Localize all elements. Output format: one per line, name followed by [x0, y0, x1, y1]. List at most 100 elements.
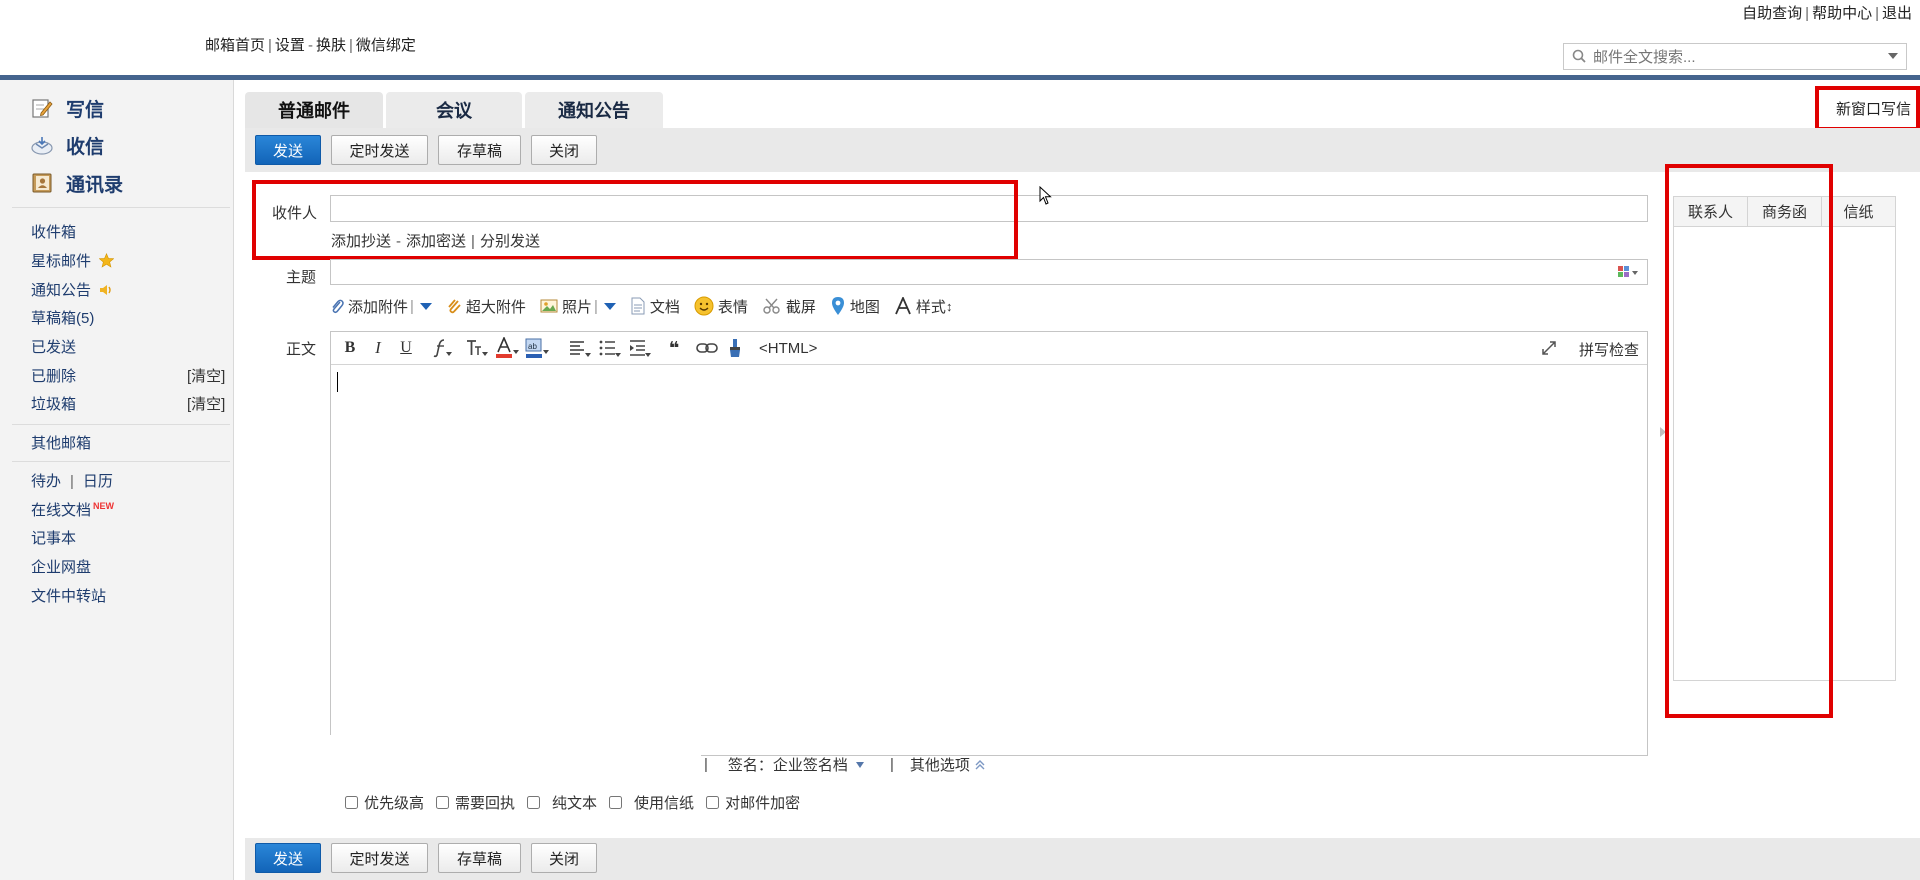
settings-link[interactable]: 设置	[275, 37, 305, 54]
font-family-button[interactable]	[432, 334, 454, 362]
contacts-button[interactable]: 通讯录	[30, 168, 123, 198]
other-options-button[interactable]: 其他选项	[910, 754, 970, 775]
spell-check-button[interactable]: 拼写检查	[1579, 339, 1639, 360]
style-button[interactable]: 样式 ↕	[894, 296, 952, 317]
italic-button[interactable]: I	[367, 334, 389, 362]
mail-search-box[interactable]	[1563, 43, 1907, 70]
folder-spam[interactable]: 垃圾箱	[31, 393, 76, 414]
priority-checkbox[interactable]	[345, 795, 358, 809]
clear-spam-button[interactable]: [清空]	[187, 393, 225, 414]
emoji-button[interactable]: 表情	[694, 296, 748, 317]
online-docs-link[interactable]: 在线文档 NEW	[31, 499, 114, 520]
signature-select[interactable]: 企业签名档	[773, 754, 848, 775]
editor-body[interactable]	[331, 366, 1647, 756]
smiley-icon	[694, 296, 714, 316]
body-label: 正文	[286, 341, 317, 358]
double-chevron-up-icon[interactable]	[974, 759, 986, 771]
tools-row: 待办 | 日历	[31, 470, 113, 491]
encrypt-checkbox[interactable]	[706, 795, 720, 809]
link-button[interactable]	[696, 334, 718, 362]
sidebar-divider	[12, 207, 230, 208]
document-button[interactable]: 文档	[630, 296, 680, 317]
schedule-send-button[interactable]: 定时发送	[331, 135, 428, 165]
subject-input[interactable]	[330, 259, 1648, 285]
save-draft-button-bottom[interactable]: 存草稿	[438, 843, 521, 873]
document-icon	[631, 297, 645, 315]
wechat-bind-link[interactable]: 微信绑定	[356, 37, 416, 54]
quote-button[interactable]: ❝	[663, 334, 685, 362]
underline-button[interactable]: U	[395, 334, 417, 362]
highlight-color-button[interactable]: ab	[525, 334, 549, 362]
todo-link[interactable]: 待办	[31, 473, 61, 490]
clear-deleted-button[interactable]: [清空]	[187, 365, 225, 386]
large-attachment-button[interactable]: 超大附件	[446, 296, 526, 317]
signature-label: 签名：	[727, 757, 773, 774]
font-color-button[interactable]	[495, 334, 519, 362]
html-mode-button[interactable]: <HTML>	[759, 334, 817, 362]
tab-notice[interactable]: 通知公告	[525, 92, 663, 128]
send-button[interactable]: 发送	[255, 135, 321, 165]
receipt-checkbox[interactable]	[436, 795, 450, 809]
plain-text-option[interactable]: 纯文本	[527, 792, 597, 813]
search-icon	[1572, 49, 1586, 63]
rich-text-editor: B I U ab ❝ <HTML> 拼写检查	[330, 331, 1648, 756]
photo-dropdown-icon[interactable]	[603, 302, 616, 310]
font-size-button[interactable]	[465, 334, 489, 362]
schedule-send-button-bottom[interactable]: 定时发送	[331, 843, 428, 873]
skin-link[interactable]: 换肤	[316, 37, 346, 54]
search-input[interactable]	[1591, 47, 1881, 67]
help-center-link[interactable]: 帮助中心	[1812, 5, 1872, 22]
folder-notices[interactable]: 通知公告	[31, 279, 113, 300]
tab-normal-mail[interactable]: 普通邮件	[245, 92, 383, 128]
signature-dropdown-icon[interactable]	[855, 761, 864, 768]
photo-button[interactable]: 照片 |	[540, 296, 616, 317]
fullscreen-expand-icon[interactable]	[1541, 340, 1557, 356]
background-color-icon: ab	[525, 338, 549, 358]
folder-drafts[interactable]: 草稿箱(5)	[31, 307, 94, 328]
receipt-option[interactable]: 需要回执	[436, 792, 515, 813]
signature-row: | 签名： 企业签名档 | 其他选项	[704, 754, 986, 775]
send-button-bottom[interactable]: 发送	[255, 843, 321, 873]
plain-text-checkbox[interactable]	[527, 795, 541, 809]
indent-button[interactable]	[628, 334, 652, 362]
tab-meeting[interactable]: 会议	[386, 92, 522, 128]
add-attachment-button[interactable]: 添加附件 |	[330, 296, 432, 317]
folder-inbox[interactable]: 收件箱	[31, 221, 76, 242]
new-badge: NEW	[93, 501, 115, 511]
attachment-dropdown-icon[interactable]	[419, 302, 432, 310]
header-divider	[0, 75, 1920, 80]
file-transfer-link[interactable]: 文件中转站	[31, 585, 106, 606]
netdisk-link[interactable]: 企业网盘	[31, 556, 91, 577]
large-attachment-icon	[448, 299, 461, 314]
clear-format-button[interactable]	[724, 334, 746, 362]
other-mailbox-link[interactable]: 其他邮箱	[31, 432, 91, 453]
mailbox-home-link[interactable]: 邮箱首页	[205, 37, 265, 54]
logout-link[interactable]: 退出	[1882, 5, 1912, 22]
stationery-checkbox[interactable]	[609, 795, 623, 809]
folder-sent[interactable]: 已发送	[31, 336, 76, 357]
stationery-option[interactable]: 使用信纸	[609, 792, 694, 813]
priority-option[interactable]: 优先级高	[345, 792, 424, 813]
close-button-bottom[interactable]: 关闭	[531, 843, 597, 873]
notes-link[interactable]: 记事本	[31, 527, 76, 548]
brush-icon	[730, 339, 740, 357]
bullet-list-button[interactable]	[598, 334, 622, 362]
compose-button[interactable]: 写信	[30, 93, 104, 123]
subject-stationery-icon[interactable]	[1617, 264, 1639, 280]
folder-deleted[interactable]: 已删除	[31, 365, 76, 386]
separator: -	[307, 37, 313, 54]
bold-button[interactable]: B	[339, 334, 361, 362]
self-query-link[interactable]: 自助查询	[1742, 5, 1802, 22]
align-button[interactable]	[568, 334, 592, 362]
folder-starred[interactable]: 星标邮件	[31, 250, 115, 271]
encrypt-option[interactable]: 对邮件加密	[706, 792, 800, 813]
map-button[interactable]: 地图	[830, 296, 880, 317]
calendar-link[interactable]: 日历	[83, 473, 113, 490]
attachment-toolbar: 添加附件 | 超大附件 照片 | 文档 表情 截屏 地图 样式 ↕	[330, 295, 966, 317]
receive-mail-button[interactable]: 收信	[30, 130, 104, 160]
separator: |	[348, 37, 353, 54]
close-button[interactable]: 关闭	[531, 135, 597, 165]
save-draft-button[interactable]: 存草稿	[438, 135, 521, 165]
screenshot-button[interactable]: 截屏	[762, 296, 816, 317]
search-dropdown-icon[interactable]	[1888, 53, 1898, 59]
